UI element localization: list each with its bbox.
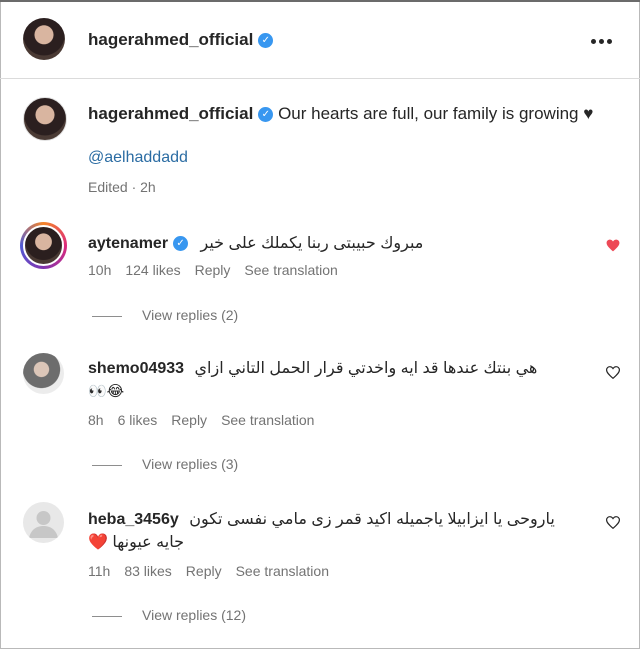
caption-avatar[interactable] bbox=[23, 97, 67, 141]
mention-link[interactable]: @aelhaddadd bbox=[88, 149, 188, 167]
default-user-icon bbox=[29, 511, 58, 538]
like-heart-icon[interactable] bbox=[606, 366, 620, 379]
more-options-icon[interactable] bbox=[591, 39, 613, 45]
header-username-text[interactable]: hagerahmed_official bbox=[88, 30, 253, 49]
verified-icon: ✓ bbox=[173, 236, 189, 252]
comment-avatar[interactable] bbox=[23, 225, 64, 266]
replies-divider-line bbox=[92, 615, 122, 617]
post-header: hagerahmed_official ✓ bbox=[0, 2, 640, 79]
verified-icon: ✓ bbox=[258, 107, 274, 123]
caption-edited: Edited · 2h bbox=[88, 179, 156, 195]
comment-time: 10h bbox=[88, 262, 112, 278]
comment-meta: 11h 83 likes Reply See translation bbox=[88, 563, 343, 579]
replies-divider-line bbox=[92, 315, 122, 317]
comment-username[interactable]: aytenamer bbox=[88, 235, 168, 252]
comment-body: shemo04933 هي بنتك عندها قد ايه واخدتي ق… bbox=[88, 358, 537, 378]
like-heart-icon[interactable] bbox=[606, 516, 620, 529]
comment-text-line2: جايه عيونها ❤️ bbox=[88, 532, 184, 552]
see-translation-button[interactable]: See translation bbox=[244, 262, 337, 278]
see-translation-button[interactable]: See translation bbox=[221, 412, 314, 428]
comment-username[interactable]: heba_3456y bbox=[88, 511, 179, 528]
comment-text: هي بنتك عندها قد ايه واخدتي قرار الحمل ا… bbox=[194, 360, 538, 377]
caption: hagerahmed_official ✓ Our hearts are full… bbox=[88, 102, 608, 126]
comment-meta: 10h 124 likes Reply See translation bbox=[88, 262, 352, 278]
comment-username[interactable]: shemo04933 bbox=[88, 360, 184, 377]
header-username[interactable]: hagerahmed_official ✓ bbox=[88, 30, 274, 50]
reply-button[interactable]: Reply bbox=[186, 563, 222, 579]
comment-time: 8h bbox=[88, 412, 104, 428]
comment-emoji: 👀😂 bbox=[88, 382, 124, 401]
reply-button[interactable]: Reply bbox=[171, 412, 207, 428]
author-avatar[interactable] bbox=[23, 18, 65, 60]
comment-likes[interactable]: 6 likes bbox=[118, 412, 158, 428]
liked-heart-icon[interactable] bbox=[606, 239, 620, 252]
comment-avatar[interactable] bbox=[23, 502, 64, 543]
view-replies-button[interactable]: View replies (2) bbox=[92, 307, 238, 323]
replies-divider-line bbox=[92, 464, 122, 466]
view-replies-button[interactable]: View replies (12) bbox=[92, 607, 246, 623]
comment-emoji-text: 👀😂 bbox=[88, 383, 125, 400]
comment-body: heba_3456y ياروحى يا ايزابيلا ياجميله اك… bbox=[88, 509, 555, 529]
comment-body: aytenamer ✓ مبروك حبيبتى ربنا يكملك على خ… bbox=[88, 233, 423, 253]
comment-avatar[interactable] bbox=[23, 353, 64, 394]
comment-likes[interactable]: 83 likes bbox=[124, 563, 171, 579]
view-replies-label[interactable]: View replies (12) bbox=[142, 607, 246, 623]
comment-text-continued: جايه عيونها ❤️ bbox=[88, 534, 184, 551]
see-translation-button[interactable]: See translation bbox=[236, 563, 329, 579]
reply-button[interactable]: Reply bbox=[195, 262, 231, 278]
comment-text: ياروحى يا ايزابيلا ياجميله اكيد قمر زى م… bbox=[189, 511, 555, 528]
view-replies-button[interactable]: View replies (3) bbox=[92, 456, 238, 472]
verified-icon: ✓ bbox=[258, 33, 274, 49]
comment-time: 11h bbox=[88, 563, 111, 579]
view-replies-label[interactable]: View replies (2) bbox=[142, 307, 238, 323]
comment-text: مبروك حبيبتى ربنا يكملك على خير bbox=[200, 235, 424, 252]
caption-username[interactable]: hagerahmed_official bbox=[88, 104, 253, 123]
comment-likes[interactable]: 124 likes bbox=[125, 262, 180, 278]
caption-text: Our hearts are full, our family is growi… bbox=[278, 104, 594, 123]
comment-meta: 8h 6 likes Reply See translation bbox=[88, 412, 328, 428]
view-replies-label[interactable]: View replies (3) bbox=[142, 456, 238, 472]
